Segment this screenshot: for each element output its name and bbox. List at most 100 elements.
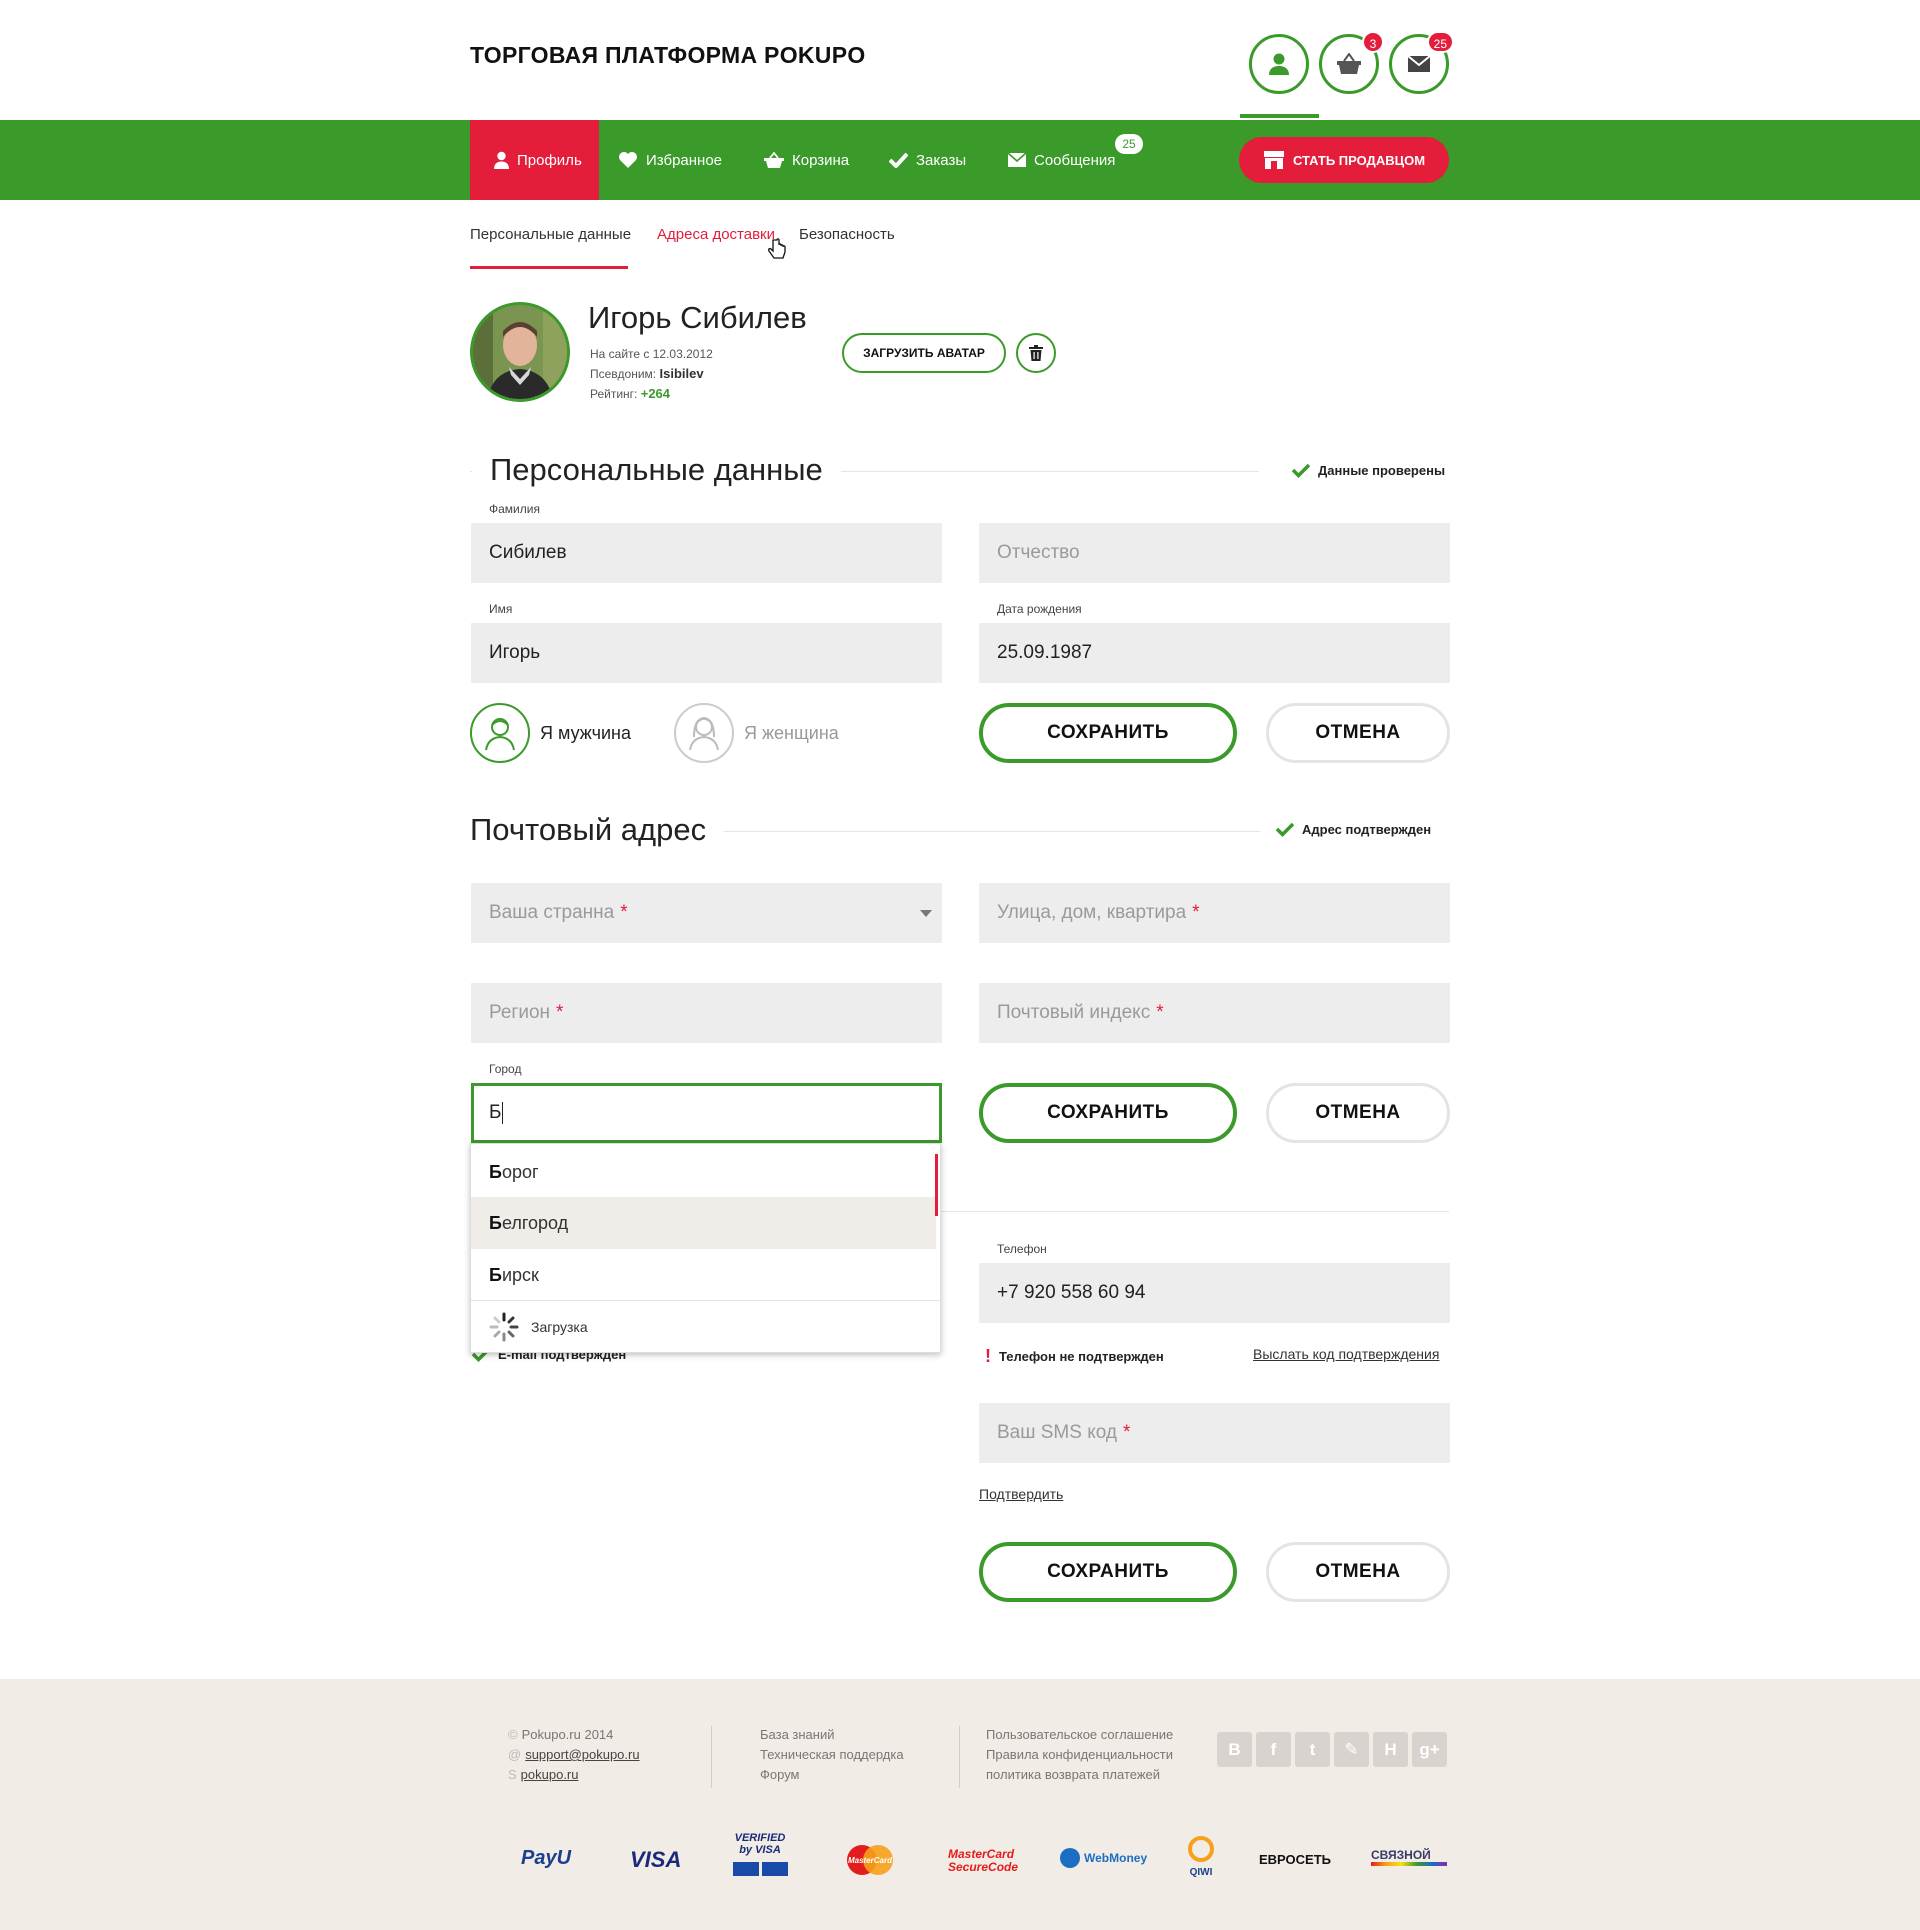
facebook-icon[interactable]: f xyxy=(1256,1732,1291,1767)
birthdate-label: Дата рождения xyxy=(997,602,1082,616)
footer-link[interactable]: Техническая поддердка xyxy=(760,1745,904,1765)
profile-rating: Рейтинг: +264 xyxy=(590,386,670,401)
check-icon xyxy=(1292,463,1310,478)
birthdate-field[interactable]: 25.09.1987 xyxy=(979,623,1450,683)
webmoney-text: WebMoney xyxy=(1084,1851,1148,1865)
copyright-row: © Pokupo.ru 2014 xyxy=(508,1725,640,1745)
cart-button[interactable]: 3 xyxy=(1319,31,1384,94)
suggestion-item-highlighted[interactable]: Белгород xyxy=(471,1197,936,1249)
street-placeholder: Улица, дом, квартира xyxy=(997,902,1187,923)
euroset-logo: ЕВРОСЕТЬ xyxy=(1259,1852,1332,1867)
user-icon xyxy=(1269,53,1289,75)
male-label: Я мужчина xyxy=(540,722,632,743)
nav-item-messages[interactable]: Сообщения xyxy=(1008,120,1115,200)
copyright-text: Pokupo.ru 2014 xyxy=(521,1727,614,1742)
patronymic-field[interactable]: Отчество xyxy=(979,523,1450,583)
svyaznoy-logo: СВЯЗНОЙ xyxy=(1371,1848,1447,1866)
email-row: @ support@pokupo.ru xyxy=(508,1745,640,1765)
become-seller-button[interactable]: СТАТЬ ПРОДАВЦОМ xyxy=(1239,137,1449,183)
contacts-cancel-button[interactable]: ОТМЕНА xyxy=(1266,1542,1450,1602)
phone-field[interactable]: +7 920 558 60 94 xyxy=(979,1263,1450,1323)
subtab-personal[interactable]: Персональные данные xyxy=(470,226,631,243)
sms-code-field[interactable]: Ваш SMS код * xyxy=(979,1403,1450,1463)
gender-male-option[interactable]: Я мужчина xyxy=(470,703,631,763)
required-marker: * xyxy=(1192,902,1200,923)
street-field[interactable]: Улица, дом, квартира * xyxy=(979,883,1450,943)
firstname-field[interactable]: Игорь xyxy=(471,623,942,683)
required-marker: * xyxy=(620,902,628,923)
firstname-label: Имя xyxy=(489,602,513,616)
visa-logo: VISA xyxy=(630,1847,682,1872)
messages-button[interactable]: 25 xyxy=(1389,31,1454,94)
dropdown-arrow-icon xyxy=(920,910,932,917)
copyright-icon: © xyxy=(508,1727,518,1742)
check-icon xyxy=(889,152,908,168)
phone-unverified-status: ! Телефон не подтвержден xyxy=(985,1346,1164,1367)
alias-value: Isibilev xyxy=(659,366,704,381)
social-links: В f t ✎ H g+ xyxy=(1217,1732,1447,1767)
contacts-save-button[interactable]: СОХРАНИТЬ xyxy=(979,1542,1237,1602)
google-plus-icon[interactable]: g+ xyxy=(1412,1732,1447,1767)
visa-electron-card-icon xyxy=(761,1862,788,1876)
user-icon xyxy=(494,151,509,169)
qiwi-text: QIWI xyxy=(1189,1867,1213,1878)
dropdown-scrollbar[interactable] xyxy=(935,1154,938,1216)
address-cancel-button[interactable]: ОТМЕНА xyxy=(1266,1083,1450,1143)
country-select[interactable]: Ваша странна * xyxy=(471,883,942,943)
suggestion-item[interactable]: Бирск xyxy=(471,1249,936,1301)
personal-save-button[interactable]: СОХРАНИТЬ xyxy=(979,703,1237,763)
gender-female-option[interactable]: Я женщина xyxy=(674,703,839,763)
webmoney-logo: WebMoney xyxy=(1060,1848,1147,1868)
suggestion-match: Б xyxy=(489,1161,502,1182)
delete-avatar-button[interactable] xyxy=(1016,333,1056,373)
footer-divider xyxy=(711,1726,712,1788)
suggestion-item[interactable]: Борог xyxy=(471,1146,936,1198)
nav-item-favorites[interactable]: Избранное xyxy=(618,120,722,200)
verified-by-visa-logo: VERIFIED by VISA xyxy=(730,1832,790,1876)
profile-button[interactable] xyxy=(1249,34,1309,94)
zip-placeholder: Почтовый индекс xyxy=(997,1002,1151,1023)
subtab-delivery[interactable]: Адреса доставки xyxy=(657,226,775,243)
footer-link[interactable]: Правила конфиденциальности xyxy=(986,1745,1173,1765)
status-text: Данные проверены xyxy=(1318,463,1446,478)
envelope-icon xyxy=(1008,153,1026,167)
female-avatar-icon xyxy=(674,703,734,763)
nav-item-cart[interactable]: Корзина xyxy=(764,120,849,200)
personal-cancel-button[interactable]: ОТМЕНА xyxy=(1266,703,1450,763)
messages-nav-badge: 25 xyxy=(1115,134,1143,154)
city-input[interactable]: Б xyxy=(471,1083,942,1143)
skype-row: Spokupo.ru xyxy=(508,1765,640,1785)
nav-label: Корзина xyxy=(792,151,850,169)
text-caret xyxy=(502,1102,504,1124)
city-label: Город xyxy=(489,1062,522,1076)
lastname-field[interactable]: Сибилев xyxy=(471,523,942,583)
brand-title[interactable]: ТОРГОВАЯ ПЛАТФОРМА POKUPO xyxy=(470,42,866,69)
region-field[interactable]: Регион * xyxy=(471,983,942,1043)
upload-avatar-button[interactable]: ЗАГРУЗИТЬ АВАТАР xyxy=(842,333,1006,373)
footer-link[interactable]: Форум xyxy=(760,1765,904,1785)
footer-link[interactable]: База знаний xyxy=(760,1725,904,1745)
nav-item-profile[interactable]: Профиль xyxy=(470,120,599,200)
subtab-security[interactable]: Безопасность xyxy=(799,226,895,243)
profile-since: На сайте с 12.03.2012 xyxy=(590,347,713,361)
confirm-link[interactable]: Подтвердить xyxy=(979,1486,1063,1502)
support-email-link[interactable]: support@pokupo.ru xyxy=(525,1747,639,1762)
vk-icon[interactable]: В xyxy=(1217,1732,1252,1767)
address-save-button[interactable]: СОХРАНИТЬ xyxy=(979,1083,1237,1143)
avatar xyxy=(470,302,570,402)
visa-card-icon xyxy=(732,1862,759,1876)
send-code-link[interactable]: Выслать код подтверждения xyxy=(1253,1346,1439,1362)
main-nav: Профиль Избранное Корзина Заказы Сообщен… xyxy=(0,120,1920,200)
habr-icon[interactable]: H xyxy=(1373,1732,1408,1767)
footer-link[interactable]: Пользовательское соглашение xyxy=(986,1725,1173,1745)
rating-label: Рейтинг: xyxy=(590,387,638,401)
required-marker: * xyxy=(1156,1002,1164,1023)
twitter-icon[interactable]: t xyxy=(1295,1732,1330,1767)
skype-link[interactable]: pokupo.ru xyxy=(521,1767,579,1782)
footer-link[interactable]: политика возврата платежей xyxy=(986,1765,1173,1785)
footer-links-legal: Пользовательское соглашение Правила конф… xyxy=(986,1725,1173,1785)
nav-item-orders[interactable]: Заказы xyxy=(889,120,966,200)
livejournal-icon[interactable]: ✎ xyxy=(1334,1732,1369,1767)
zip-field[interactable]: Почтовый индекс * xyxy=(979,983,1450,1043)
sms-placeholder: Ваш SMS код xyxy=(997,1422,1117,1443)
